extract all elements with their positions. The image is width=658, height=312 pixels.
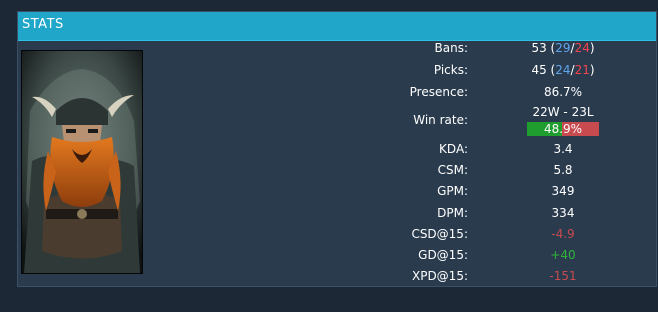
presence-label: Presence: [409,85,468,99]
picks-total: 45 [531,63,547,77]
win-loss-record: 22W - 23L [532,105,594,119]
bans-red-side: 24 [574,41,590,55]
win-rate-bar: 48.9% [527,122,599,136]
stat-row-xpd15: XPD@15: -151 [18,266,658,286]
stat-row-csm: CSM: 5.8 [18,160,658,180]
picks-red-side: 21 [574,63,590,77]
presence-value: 86.7% [543,85,583,99]
bans-label: Bans: [434,41,469,55]
xpd15-label: XPD@15: [411,269,468,283]
stat-row-bans: Bans: 53 (29/24) [18,38,658,58]
gd15-label: GD@15: [418,248,468,262]
stat-row-presence: Presence: 86.7% [18,82,658,102]
picks-close-paren: ) [589,63,595,77]
gpm-label: GPM: [437,184,468,198]
bans-blue-side: 29 [555,41,571,55]
bans-close-paren: ) [589,41,595,55]
gd15-value: +40 [550,248,576,262]
panel-header: STATS [18,12,656,41]
picks-value: 45 (24/21) [499,60,627,80]
picks-label: Picks: [433,63,468,77]
bans-open-paren: ( [546,41,556,55]
stat-row-csd15: CSD@15: -4.9 [18,224,658,244]
csd15-value: -4.9 [551,227,575,241]
dpm-label: DPM: [437,206,468,220]
win-rate-label: Win rate: [413,113,468,127]
stat-row-kda: KDA: 3.4 [18,139,658,159]
csm-value: 5.8 [553,163,573,177]
gpm-value: 349 [551,184,575,198]
csd15-label: CSD@15: [411,227,468,241]
csm-label: CSM: [437,163,468,177]
picks-blue-side: 24 [555,63,571,77]
stat-row-gd15: GD@15: +40 [18,245,658,265]
win-rate-percent: 48.9% [543,122,583,136]
bans-total: 53 [531,41,547,55]
dpm-value: 334 [551,206,575,220]
kda-label: KDA: [439,142,468,156]
stat-row-picks: Picks: 45 (24/21) [18,60,658,80]
stat-row-dpm: DPM: 334 [18,203,658,223]
stats-panel: STATS Bans: 53 (29/24) Picks: 45 (24/21)… [17,11,657,287]
stat-row-gpm: GPM: 349 [18,181,658,201]
kda-value: 3.4 [553,142,573,156]
xpd15-value: -151 [549,269,577,283]
bans-value: 53 (29/24) [499,38,627,58]
picks-open-paren: ( [546,63,556,77]
panel-title: STATS [22,17,64,32]
